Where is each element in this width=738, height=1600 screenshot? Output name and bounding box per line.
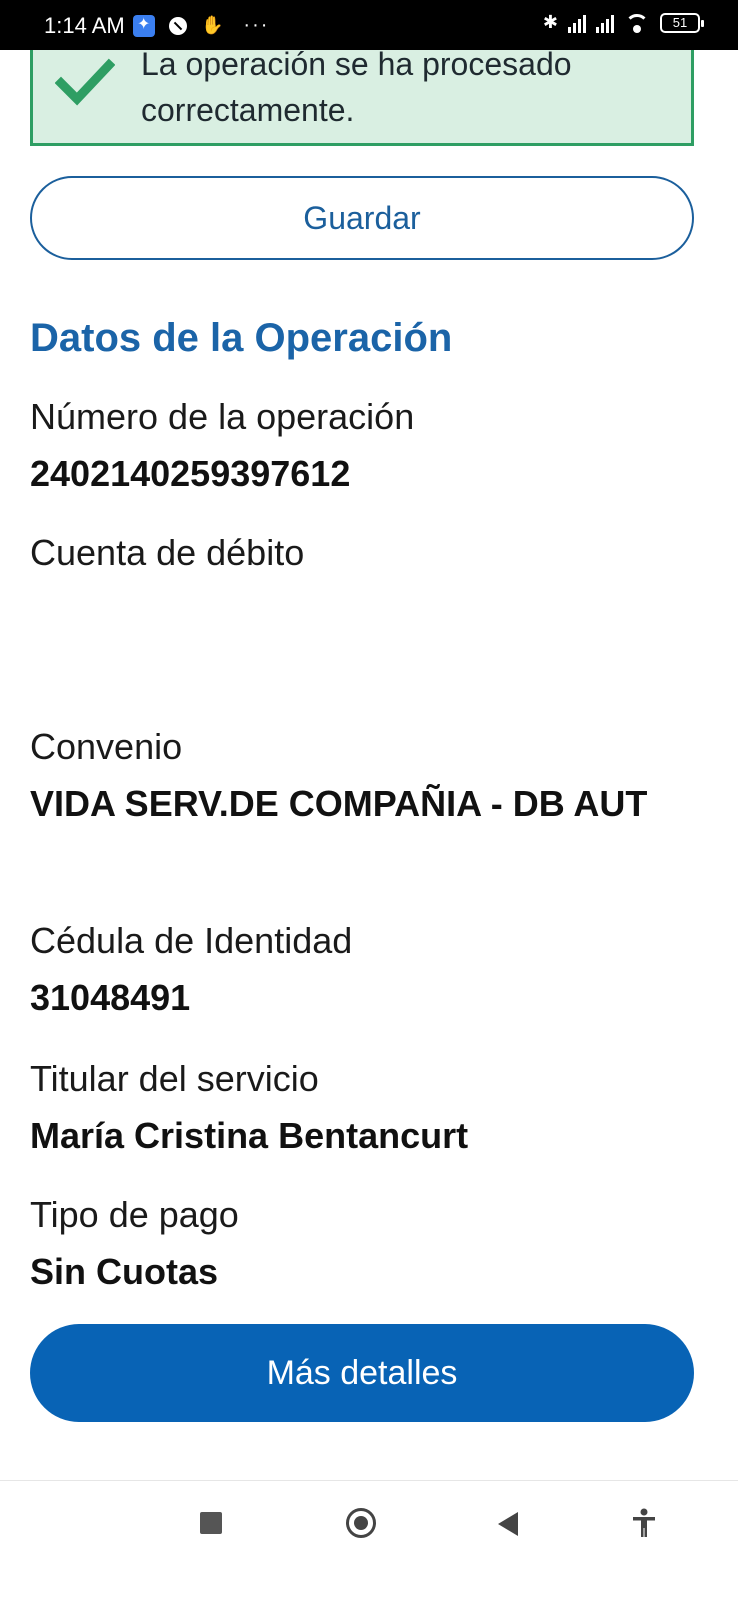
more-details-button[interactable]: Más detalles (30, 1324, 694, 1422)
recents-square-icon[interactable] (200, 1512, 222, 1534)
system-nav-bar (0, 1481, 738, 1600)
signal-roaming-icon (596, 13, 614, 33)
save-button[interactable]: Guardar (30, 176, 694, 260)
status-left-icons: ✋ ··· (133, 14, 269, 37)
status-bar: 1:14 AM ✋ ··· ✱ 51 (0, 0, 738, 50)
wifi-icon (624, 13, 650, 33)
debit-account-label: Cuenta de débito (30, 532, 305, 573)
assistant-icon (133, 14, 155, 37)
payment-type-value: Sin Cuotas (30, 1251, 219, 1292)
accessibility-glyph (633, 1508, 655, 1537)
convenio-value: VIDA SERV.DE COMPAÑIA - DB AUT (30, 783, 648, 824)
id-value: 31048491 (30, 977, 191, 1018)
more-icon: ··· (243, 14, 270, 36)
payment-type-label: Tipo de pago (30, 1194, 239, 1235)
status-time: 1:14 AM (44, 13, 125, 38)
battery-level: 51 (672, 14, 688, 30)
check-icon (55, 58, 115, 106)
holder-label: Titular del servicio (30, 1058, 319, 1099)
section-title: Datos de la Operación (30, 316, 453, 360)
success-message: La operación se ha procesado correctamen… (141, 46, 572, 128)
notification-icon (169, 16, 187, 35)
glove-icon: ✋ (201, 15, 224, 35)
accessibility-icon[interactable] (630, 1508, 658, 1546)
status-right-icons: ✱ 51 (542, 12, 704, 33)
battery-icon: 51 (660, 12, 704, 33)
bluetooth-icon: ✱ (542, 12, 558, 32)
signal-icon (568, 13, 586, 33)
home-circle-icon[interactable] (346, 1508, 376, 1538)
back-triangle-icon[interactable] (498, 1512, 518, 1536)
convenio-label: Convenio (30, 726, 183, 767)
operation-number-value: 2402140259397612 (30, 453, 351, 494)
operation-number-label: Número de la operación (30, 396, 415, 437)
holder-value: María Cristina Bentancurt (30, 1115, 469, 1156)
id-label: Cédula de Identidad (30, 920, 353, 961)
